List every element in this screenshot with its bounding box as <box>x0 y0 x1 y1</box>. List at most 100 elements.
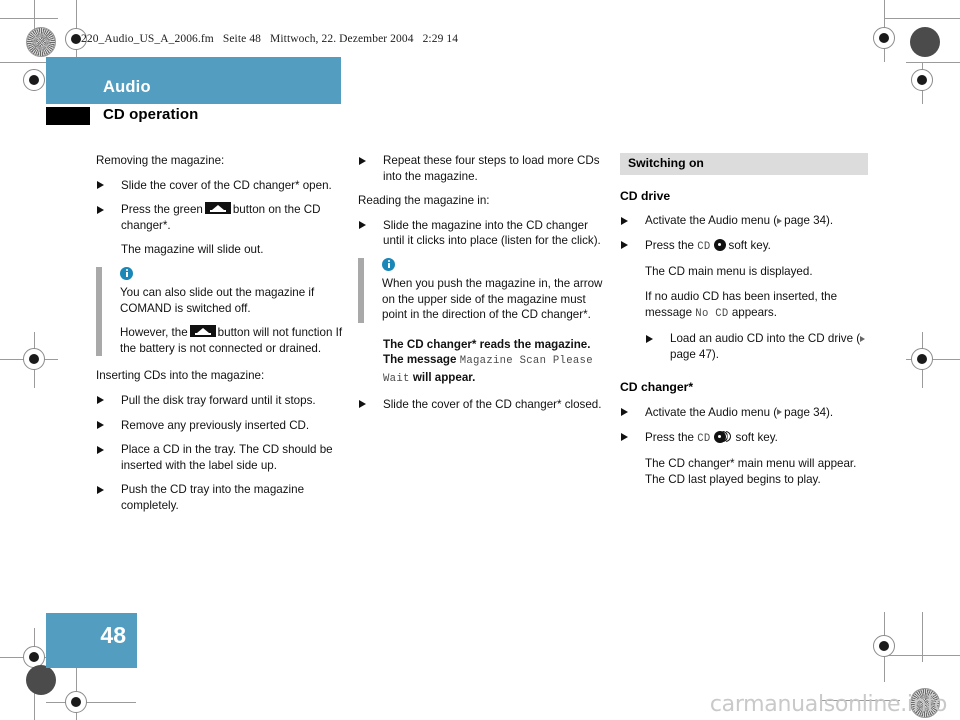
bullet-triangle-icon <box>97 396 104 405</box>
registration-dot-top-right <box>910 27 940 57</box>
file-page-label: Seite 48 <box>222 33 262 45</box>
cross-reference-arrow-icon <box>860 335 866 342</box>
c1-step-5: Place a CD in the tray. The CD should be… <box>96 442 346 473</box>
c3-cd-drive-result-1: The CD main menu is displayed. <box>645 265 813 279</box>
cd-disc-icon <box>713 238 726 251</box>
bullet-triangle-icon <box>97 205 104 214</box>
c2-result-bold-2: The message <box>383 353 457 367</box>
c1-step-1-text: Slide the cover of the CD changer* open. <box>121 178 332 192</box>
content-column-3: Switching on CD drive Activate the Audio… <box>620 153 868 496</box>
c3-cd-drive-step-1: Activate the Audio menu ( page 34). <box>620 213 868 229</box>
bullet-triangle-icon <box>621 216 628 225</box>
c1-note-p2-pre: However, the <box>120 326 188 340</box>
eject-button-icon <box>189 325 216 338</box>
c1-intro: Removing the magazine: <box>96 154 225 167</box>
bullet-triangle-icon <box>97 181 104 190</box>
c1-step-3: Pull the disk tray forward until it stop… <box>96 393 346 409</box>
c3-cd-drive-step-3: Load an audio CD into the CD drive ( page… <box>620 331 868 362</box>
c3-cd-changer-result-1: The CD changer* main menu will appear. <box>645 457 857 471</box>
bullet-triangle-icon <box>359 400 366 409</box>
c1-step-5-text: Place a CD in the tray. The CD should be… <box>121 443 333 472</box>
note-rule <box>358 257 364 323</box>
c1-step-2: Press the green button on the CD changer*… <box>96 202 346 233</box>
c3-cd-changer-step-1-pre: Activate the Audio menu ( <box>645 405 778 419</box>
watermark: carmanualsonline.info <box>709 692 947 717</box>
c3-cd-changer-step-1-ref[interactable]: page 34 <box>784 406 826 419</box>
c3-cd-drive-step-1-pre: Activate the Audio menu ( <box>645 214 778 228</box>
bullet-triangle-icon <box>359 221 366 230</box>
registration-star-top-left <box>26 27 56 57</box>
bullet-triangle-icon <box>621 241 628 250</box>
cross-reference-arrow-icon <box>777 217 783 224</box>
c1-step-6-text: Push the CD tray into the magazine compl… <box>121 483 305 512</box>
c3-cd-drive-step-1-post: ). <box>826 214 834 228</box>
c1-note-p1: You can also slide out the magazine if C… <box>120 285 315 315</box>
c3-cd-changer-step-2-pre: Press the <box>645 430 694 444</box>
c3-cd-drive-step-3-pre: Load an audio CD into the CD drive ( <box>670 332 861 346</box>
bullet-triangle-icon <box>621 433 628 442</box>
c2-result: The CD changer* reads the magazine. The … <box>358 337 608 388</box>
c2-result-bold-3: will appear. <box>412 370 476 384</box>
registration-target-right-mid <box>911 348 933 370</box>
c2-step-3: Slide the cover of the CD changer* close… <box>358 397 608 413</box>
page-title: CD operation <box>103 106 199 123</box>
c3-cd-drive-step-3-ref[interactable]: page 47 <box>670 348 712 361</box>
c2-step-1-text: Repeat these four steps to load more CDs… <box>383 154 600 183</box>
c3-cd-drive-softkey-label: CD <box>697 240 711 253</box>
c1-step-6: Push the CD tray into the magazine compl… <box>96 482 346 513</box>
crop-line-bottom-right-v2 <box>922 612 923 662</box>
section-heading-switching-on: Switching on <box>620 153 868 175</box>
file-info-line: 220_Audio_US_A_2006.fm Seite 48 Mittwoch, … <box>81 33 467 45</box>
c2-step-3-text: Slide the cover of the CD changer* close… <box>383 397 602 411</box>
registration-target-bottom-left-2 <box>65 691 87 713</box>
crop-line-top-right-h2 <box>906 62 960 63</box>
c1-step-2-pre: Press the green <box>121 203 203 217</box>
c3-cd-drive-result-2-post: appears. <box>731 305 777 319</box>
c1-step-3-text: Pull the disk tray forward until it stop… <box>121 393 316 407</box>
registration-target-top-left-2 <box>23 69 45 91</box>
c3-cd-drive-step-3-post: ). <box>711 347 720 361</box>
c2-step-2-text: Slide the magazine into the CD changer u… <box>383 218 601 248</box>
c3-cd-drive-step-2-pre: Press the <box>645 238 694 252</box>
info-icon <box>120 266 133 280</box>
crop-line-top-right-h <box>884 18 960 19</box>
page-number: 48 <box>100 622 126 648</box>
bullet-triangle-icon <box>97 445 104 454</box>
file-name: 220_Audio_US_A_2006.fm <box>81 33 214 45</box>
bullet-triangle-icon <box>646 334 653 343</box>
file-date: Mittwoch, 22. Dezember 2004 <box>270 33 414 45</box>
registration-target-bottom-right <box>873 635 895 657</box>
c1-note-p2: However, the button will not function If … <box>120 325 346 356</box>
c3-cd-changer-softkey-label: CD <box>697 432 711 445</box>
content-column-2: Repeat these four steps to load more CDs… <box>358 153 608 421</box>
bullet-triangle-icon <box>97 485 104 494</box>
c3-cd-drive-step-1-ref[interactable]: page 34 <box>784 214 826 227</box>
content-column-1: Removing the magazine: Slide the cover o… <box>96 153 346 523</box>
c1-step-4-text: Remove any previously inserted CD. <box>121 418 310 432</box>
c2-note-p1: When you push the magazine in, the arrow… <box>382 276 603 322</box>
info-icon <box>382 257 395 271</box>
crop-line-bottom-left-h2 <box>46 702 136 703</box>
c2-step-1: Repeat these four steps to load more CDs… <box>358 153 608 184</box>
c1-note-box: You can also slide out the magazine if C… <box>96 266 346 357</box>
registration-target-top-right-2 <box>911 69 933 91</box>
crop-line-top-left-h2 <box>0 18 58 19</box>
cross-reference-arrow-icon <box>777 409 783 416</box>
c2-intro: Reading the magazine in: <box>358 194 490 208</box>
note-rule <box>96 266 102 357</box>
c3-cd-changer-step-1: Activate the Audio menu (page 34). <box>620 405 868 421</box>
c3-cd-drive-result-2: If no audio CD has been inserted, the me… <box>620 289 868 322</box>
subheading-cd-drive: CD drive <box>620 188 671 203</box>
eject-button-icon <box>204 202 231 215</box>
section-marker-block <box>46 107 90 125</box>
subheading-cd-changer: CD changer* <box>620 380 694 395</box>
c2-result-bold-1: The CD changer* reads the magazine. <box>383 337 591 351</box>
file-time: 2:29 14 <box>422 33 459 45</box>
c2-note-box: When you push the magazine in, the arrow… <box>358 257 608 323</box>
c3-cd-changer-step-2: Press the CD soft key. <box>620 430 868 448</box>
chapter-title: Audio <box>103 78 151 96</box>
registration-target-top-right <box>873 27 895 49</box>
cd-changer-disc-icon <box>713 430 733 443</box>
chapter-banner: Audio <box>46 57 341 104</box>
c2-step-2: Slide the magazine into the CD changer u… <box>358 218 608 249</box>
